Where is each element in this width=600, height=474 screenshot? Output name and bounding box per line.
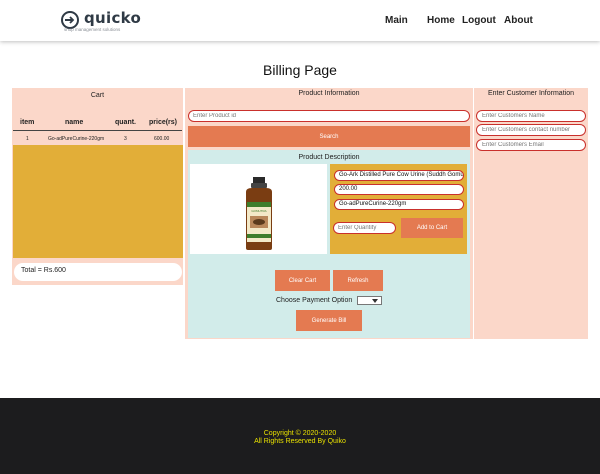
nav-about[interactable]: About (504, 15, 533, 26)
customer-contact-input[interactable] (476, 124, 586, 136)
customer-info-title: Enter Customer Information (488, 90, 574, 97)
cart-cell-item: 1 (26, 136, 29, 142)
customer-email-input[interactable] (476, 139, 586, 151)
nav-logout[interactable]: Logout (462, 15, 496, 26)
product-info-title: Product Information (298, 90, 360, 97)
cart-cell-price: 600.00 (154, 136, 170, 142)
cart-col-price: price(rs) (149, 119, 178, 126)
cart-items-area (13, 145, 183, 258)
product-id-input[interactable] (188, 110, 470, 122)
product-price-field[interactable]: 200.00 (334, 184, 464, 195)
cart-col-name: name (65, 119, 84, 126)
footer-copyright: Copyright © 2020-2020 (263, 430, 337, 437)
payment-option-select[interactable] (357, 296, 382, 305)
product-image: GOMUTRA (190, 164, 327, 254)
product-name-field[interactable]: Go-Ark Distilled Pure Cow Urine (Suddh G… (334, 170, 464, 181)
add-to-cart-button[interactable]: Add to Cart (401, 218, 463, 238)
nav-home[interactable]: Home (427, 15, 455, 26)
nav-main[interactable]: Main (385, 15, 408, 26)
generate-bill-button[interactable]: Generate Bill (296, 310, 362, 331)
top-navbar: quicko shop management solutions Main Ho… (0, 0, 600, 41)
footer: Copyright © 2020-2020 All Rights Reserve… (0, 398, 600, 474)
cart-header-divider (13, 130, 182, 131)
cart-cell-name: Go-adPureCurine-220gm (48, 136, 105, 142)
product-code-field[interactable]: Go-adPureCurine-220gm (334, 199, 464, 210)
payment-option-label: Choose Payment Option (276, 297, 353, 304)
cart-total: Total = Rs.600 (14, 263, 182, 281)
quantity-input[interactable] (333, 222, 396, 234)
cart-cell-quant: 3 (124, 136, 127, 142)
cart-title: Cart (90, 92, 105, 99)
cart-col-quant: quant. (115, 119, 136, 126)
clear-cart-button[interactable]: Clear Cart (275, 270, 330, 291)
page-title: Billing Page (263, 62, 337, 78)
refresh-button[interactable]: Refresh (333, 270, 383, 291)
cart-col-item: item (20, 119, 35, 126)
product-description-title: Product Description (298, 154, 360, 161)
svg-text:GOMUTRA: GOMUTRA (251, 209, 266, 213)
search-button[interactable]: Search (188, 126, 470, 147)
customer-name-input[interactable] (476, 110, 586, 122)
logo-tagline: shop management solutions (64, 27, 121, 32)
bottle-image: GOMUTRA (246, 177, 272, 250)
footer-rights: All Rights Reserved By Quiko (254, 438, 346, 445)
logo[interactable]: quicko shop management solutions (60, 9, 150, 35)
logo-text: quicko (84, 9, 142, 27)
